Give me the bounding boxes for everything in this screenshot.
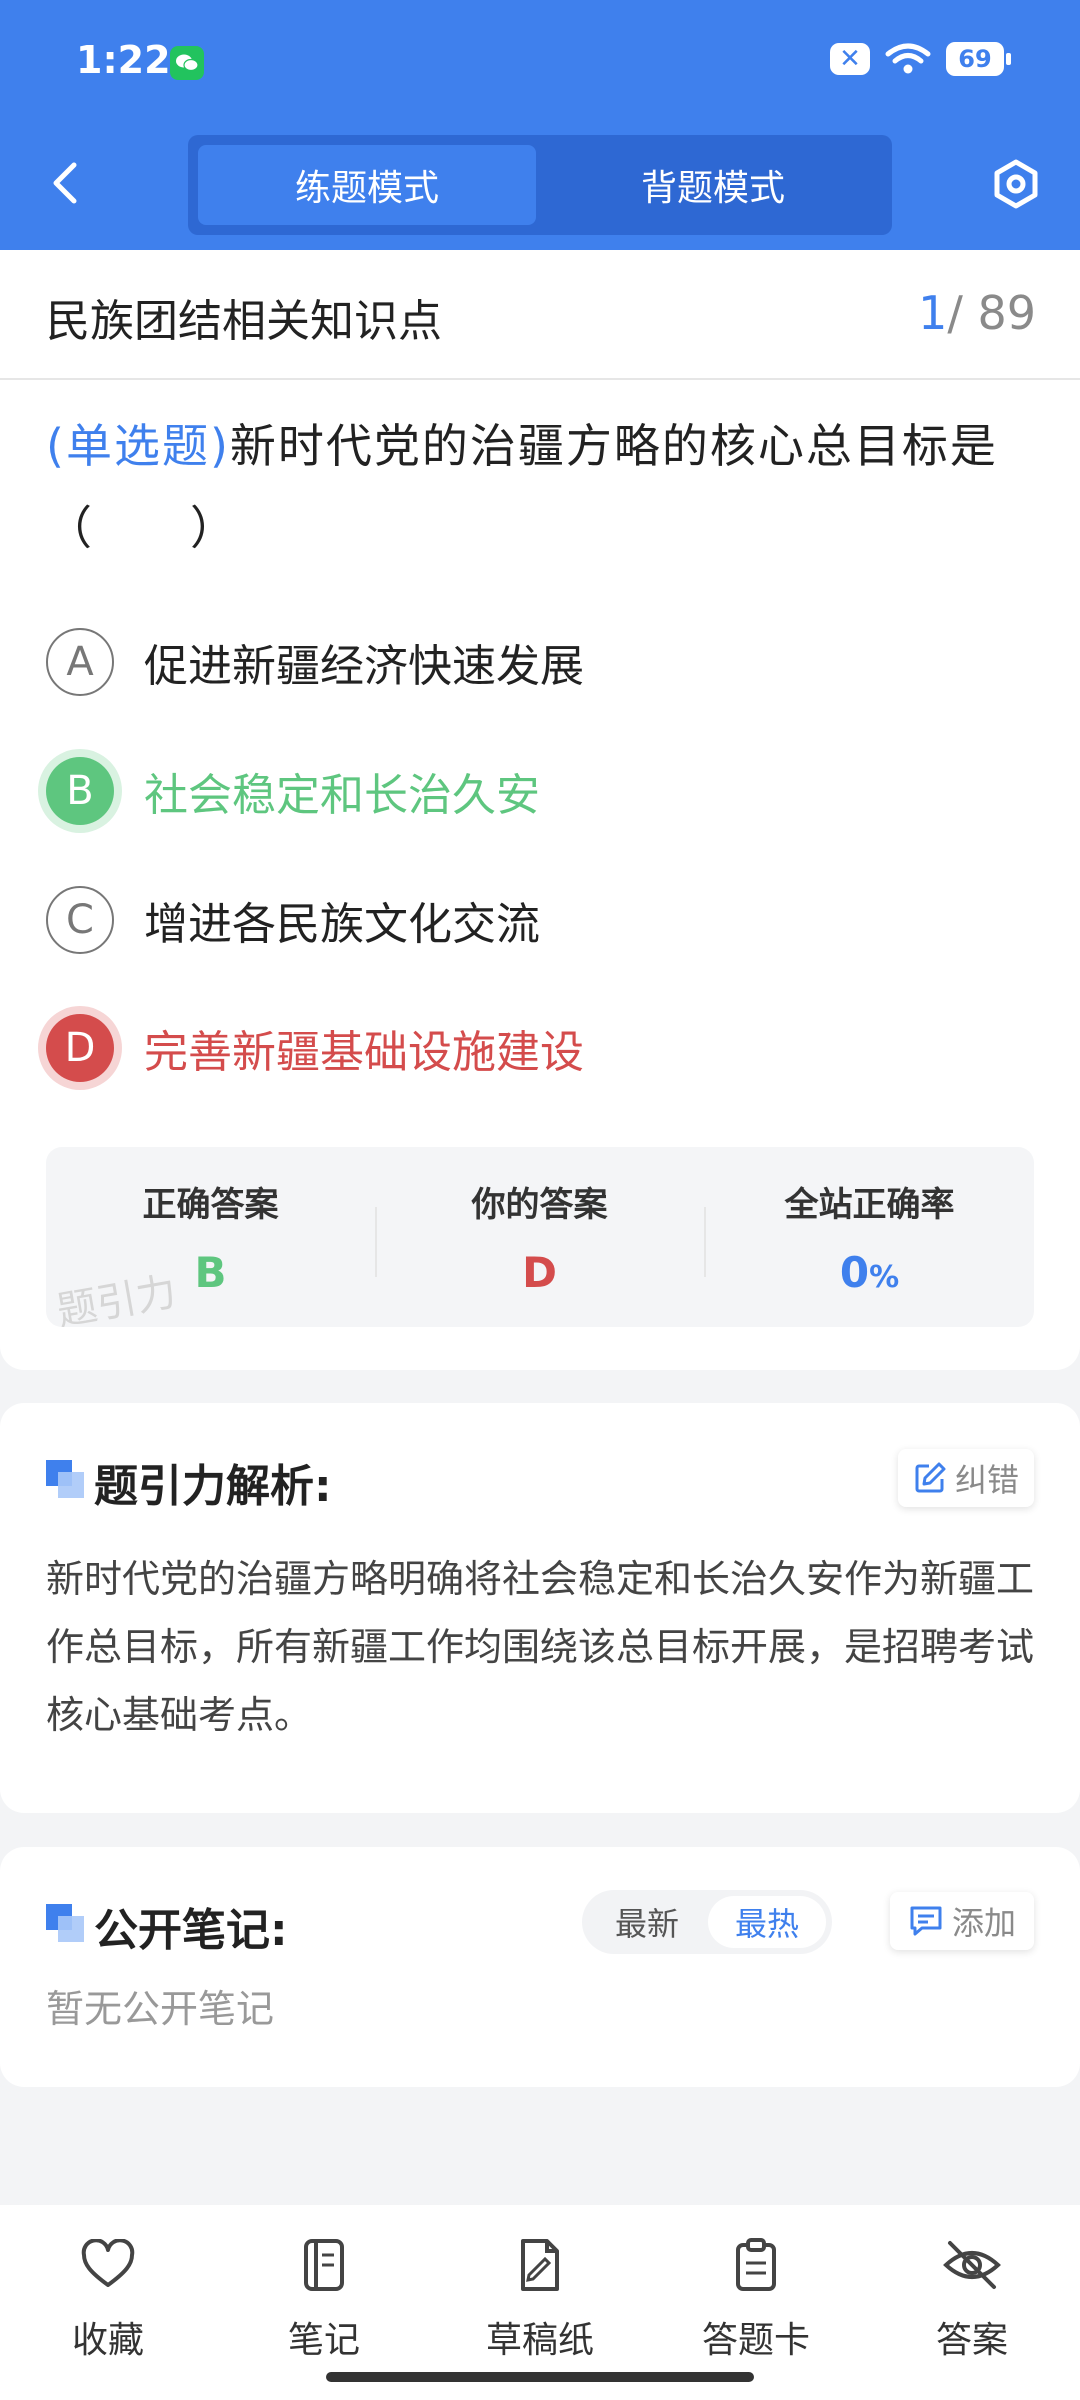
status-icons: ✕ 69 [830, 42, 1011, 76]
option-letter: B [46, 757, 114, 825]
option-b[interactable]: B 社会稳定和长治久安 [46, 751, 540, 831]
tab-memorize-mode[interactable]: 背题模式 [544, 145, 882, 225]
progress-current: 1 [918, 286, 948, 340]
correct-answer-label: 正确答案 [142, 1185, 279, 1225]
mode-switch: 练题模式 背题模式 [188, 135, 892, 235]
tab-practice-mode[interactable]: 练题模式 [198, 145, 536, 225]
wechat-icon [170, 46, 204, 80]
accuracy-unit: % [869, 1260, 900, 1295]
accuracy-value: 0% [705, 1248, 1034, 1297]
option-c[interactable]: C 增进各民族文化交流 [46, 880, 540, 960]
option-letter: A [46, 628, 114, 696]
nav-label: 答题卡 [701, 2320, 810, 2361]
back-button[interactable] [40, 158, 90, 208]
accuracy-stat: 全站正确率 0% [705, 1147, 1034, 1327]
clipboard-icon [736, 2238, 776, 2291]
option-a[interactable]: A 促进新疆经济快速发展 [46, 622, 584, 702]
question-text: (单选题)新时代党的治疆方略的核心总目标是（ ） [46, 405, 1046, 569]
accuracy-number: 0 [839, 1248, 870, 1297]
analysis-title: 题引力解析: [94, 1461, 332, 1512]
answer-stats: 正确答案 B 你的答案 D 全站正确率 0% 题引力 [46, 1147, 1034, 1327]
battery-icon: 69 [946, 42, 1011, 76]
divider [0, 378, 1080, 380]
question-type: (单选题) [46, 419, 230, 473]
comment-icon [910, 1906, 942, 1936]
option-letter: C [46, 886, 114, 954]
heart-icon [81, 2239, 135, 2287]
notebook-icon [304, 2239, 344, 2291]
section-icon [46, 1460, 86, 1500]
option-text: 完善新疆基础设施建设 [144, 1027, 584, 1078]
option-text: 增进各民族文化交流 [144, 899, 540, 950]
empty-notes-text: 暂无公开笔记 [46, 1987, 275, 2031]
option-text: 促进新疆经济快速发展 [144, 641, 584, 692]
home-indicator [326, 2372, 754, 2382]
nav-label: 草稿纸 [485, 2320, 594, 2361]
section-icon [46, 1904, 86, 1944]
wifi-icon [885, 43, 931, 74]
nav-scratch-paper[interactable]: 草稿纸 [432, 2235, 648, 2363]
report-error-button[interactable]: 纠错 [898, 1449, 1034, 1507]
nav-favorite[interactable]: 收藏 [0, 2235, 216, 2363]
report-error-label: 纠错 [954, 1461, 1019, 1499]
nav-label: 答案 [935, 2320, 1008, 2361]
gear-icon [994, 159, 1038, 209]
option-d[interactable]: D 完善新疆基础设施建设 [46, 1008, 584, 1088]
option-letter: D [46, 1014, 114, 1082]
your-answer-stat: 你的答案 D [375, 1147, 704, 1327]
nav-answer[interactable]: 答案 [864, 2235, 1080, 2363]
nav-answer-sheet[interactable]: 答题卡 [648, 2235, 864, 2363]
add-note-button[interactable]: 添加 [890, 1892, 1034, 1950]
status-time: 1:22 [76, 38, 171, 82]
accuracy-label: 全站正确率 [784, 1185, 955, 1225]
chapter-title: 民族团结相关知识点 [46, 296, 442, 347]
sort-latest[interactable]: 最新 [588, 1896, 706, 1948]
notes-title: 公开笔记: [94, 1905, 288, 1956]
notes-card [0, 1847, 1080, 2087]
notification-x-icon: ✕ [830, 43, 870, 75]
question-progress: 1/ 89 [918, 286, 1036, 340]
eye-off-icon [943, 2241, 1001, 2289]
sort-hottest[interactable]: 最热 [708, 1896, 826, 1948]
draft-icon [521, 2239, 559, 2291]
nav-label: 笔记 [287, 2320, 360, 2361]
your-answer-label: 你的答案 [471, 1185, 608, 1225]
analysis-text: 新时代党的治疆方略明确将社会稳定和长治久安作为新疆工作总目标，所有新疆工作均围绕… [46, 1557, 1035, 1737]
your-answer-value: D [522, 1248, 557, 1297]
option-text: 社会稳定和长治久安 [144, 770, 540, 821]
add-note-label: 添加 [951, 1904, 1016, 1942]
bottom-nav: 收藏 笔记 草稿纸 答题卡 答案 [0, 2205, 1080, 2400]
progress-total: / 89 [947, 286, 1036, 340]
notes-sort-toggle: 最新 最热 [582, 1890, 832, 1954]
edit-icon [915, 1462, 946, 1493]
settings-button[interactable] [988, 156, 1044, 212]
chevron-left-icon [53, 162, 77, 204]
nav-notes[interactable]: 笔记 [216, 2235, 432, 2363]
nav-label: 收藏 [71, 2320, 144, 2361]
